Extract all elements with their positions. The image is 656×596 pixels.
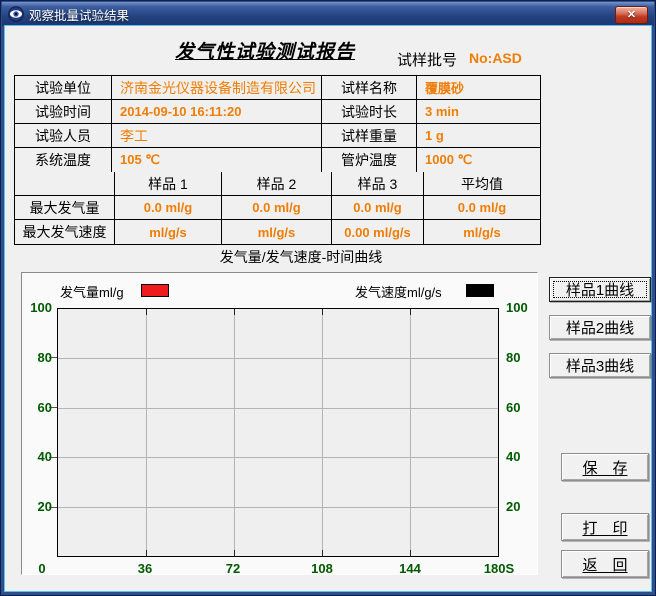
results-col-header: 样品 3 — [332, 172, 424, 196]
batch-number-value: No:ASD — [469, 50, 522, 66]
result-value: 0.00 ml/g/s — [332, 220, 424, 244]
gridline-vertical — [146, 309, 147, 556]
x-axis-tick-label: 144 — [390, 561, 430, 576]
y-axis-left-tick-label: 60 — [22, 400, 52, 415]
close-icon: ✕ — [627, 10, 636, 21]
y-axis-right-tick-label: 80 — [506, 350, 539, 365]
axis-tick — [146, 309, 147, 315]
info-label: 试样重量 — [322, 124, 417, 148]
y-axis-left-tick-label: 20 — [22, 499, 52, 514]
info-label: 管炉温度 — [322, 148, 417, 172]
y-axis-right-tick-label: 100 — [506, 300, 539, 315]
result-value: 0.0 ml/g — [424, 196, 540, 220]
result-value: ml/g/s — [115, 220, 222, 244]
results-corner-cell — [15, 172, 115, 196]
info-label: 试验人员 — [15, 124, 112, 148]
gridline-horizontal — [58, 457, 498, 458]
y-axis-right-tick-label: 20 — [506, 499, 539, 514]
y-axis-left-tick-label: 40 — [22, 449, 52, 464]
results-row-label: 最大发气量 — [15, 196, 115, 220]
legend-gas-rate-swatch — [466, 284, 494, 297]
legend-gas-rate-label: 发气速度ml/g/s — [355, 282, 442, 301]
batch-number-label: 试样批号 — [397, 49, 457, 70]
info-label: 试验时间 — [15, 100, 112, 124]
gridline-horizontal — [58, 507, 498, 508]
dialog-client-area: 发气性试验测试报告 试样批号 No:ASD 试验单位 济南金光仪器设备制造有限公… — [5, 26, 651, 591]
axis-tick — [146, 550, 147, 556]
sample1-curve-button[interactable]: 样品1曲线 — [549, 277, 651, 302]
info-label: 试验时长 — [322, 100, 417, 124]
gridline-vertical — [234, 309, 235, 556]
x-axis-tick-label: 180S — [472, 561, 526, 576]
plot-area — [57, 308, 499, 557]
legend-gas-volume-label: 发气量ml/g — [60, 282, 124, 301]
return-button[interactable]: 返 回 — [561, 550, 649, 578]
result-value: 0.0 ml/g — [222, 196, 332, 220]
gridline-vertical — [410, 309, 411, 556]
info-label: 试样名称 — [322, 76, 417, 100]
info-value: 李工 — [112, 124, 322, 148]
sample2-curve-button[interactable]: 样品2曲线 — [549, 315, 651, 340]
window: 观察批量试验结果 ✕ 发气性试验测试报告 试样批号 No:ASD 试验单位 济南… — [0, 0, 656, 596]
y-axis-left-tick-label: 80 — [22, 350, 52, 365]
axis-tick — [410, 550, 411, 556]
gridline-horizontal — [58, 358, 498, 359]
x-axis-tick-label: 108 — [302, 561, 342, 576]
result-value: 0.0 ml/g — [115, 196, 222, 220]
result-value: ml/g/s — [424, 220, 540, 244]
info-label: 试验单位 — [15, 76, 112, 100]
info-value: 3 min — [417, 100, 540, 124]
results-col-header: 平均值 — [424, 172, 540, 196]
results-col-header: 样品 2 — [222, 172, 332, 196]
chart-panel: 发气量ml/g 发气速度ml/g/s — [21, 272, 538, 575]
info-value: 105 ℃ — [112, 148, 322, 172]
results-table: 样品 1 样品 2 样品 3 平均值 最大发气量 0.0 ml/g 0.0 ml… — [14, 172, 541, 245]
result-value: 0.0 ml/g — [332, 196, 424, 220]
info-value: 1 g — [417, 124, 540, 148]
info-table: 试验单位 济南金光仪器设备制造有限公司 试样名称 覆膜砂 试验时间 2014-0… — [14, 75, 541, 173]
sample1-curve-label: 样品1曲线 — [566, 279, 634, 300]
close-button[interactable]: ✕ — [615, 6, 648, 24]
info-value: 覆膜砂 — [417, 76, 540, 100]
axis-tick — [322, 309, 323, 315]
results-row-label: 最大发气速度 — [15, 220, 115, 244]
gridline-vertical — [322, 309, 323, 556]
legend-gas-volume-swatch — [141, 284, 169, 297]
info-label: 系统温度 — [15, 148, 112, 172]
return-button-label: 返 回 — [582, 554, 627, 575]
info-value: 2014-09-10 16:11:20 — [112, 100, 322, 124]
axis-tick — [322, 550, 323, 556]
sample3-curve-label: 样品3曲线 — [566, 355, 634, 376]
save-button[interactable]: 保 存 — [561, 453, 649, 481]
titlebar[interactable]: 观察批量试验结果 ✕ — [2, 2, 654, 26]
info-value: 1000 ℃ — [417, 148, 540, 172]
info-value: 济南金光仪器设备制造有限公司 — [112, 76, 322, 100]
result-value: ml/g/s — [222, 220, 332, 244]
sample2-curve-label: 样品2曲线 — [566, 317, 634, 338]
axis-tick — [410, 309, 411, 315]
gridline-horizontal — [58, 408, 498, 409]
report-title: 发气性试验测试报告 — [175, 37, 355, 64]
print-button-label: 打 印 — [582, 517, 627, 538]
x-axis-tick-label: 72 — [213, 561, 253, 576]
results-col-header: 样品 1 — [115, 172, 222, 196]
y-axis-right-tick-label: 60 — [506, 400, 539, 415]
x-axis-tick-label: 36 — [125, 561, 165, 576]
y-axis-right-tick-label: 40 — [506, 449, 539, 464]
sample3-curve-button[interactable]: 样品3曲线 — [549, 353, 651, 378]
axis-tick — [234, 309, 235, 315]
save-button-label: 保 存 — [582, 457, 627, 478]
eye-app-icon — [8, 6, 24, 22]
y-axis-left-tick-label: 100 — [22, 300, 52, 315]
chart-caption: 发气量/发气速度-时间曲线 — [31, 247, 571, 267]
x-axis-tick-label: 0 — [22, 561, 62, 576]
window-title: 观察批量试验结果 — [29, 5, 129, 24]
axis-tick — [234, 550, 235, 556]
print-button[interactable]: 打 印 — [561, 513, 649, 541]
